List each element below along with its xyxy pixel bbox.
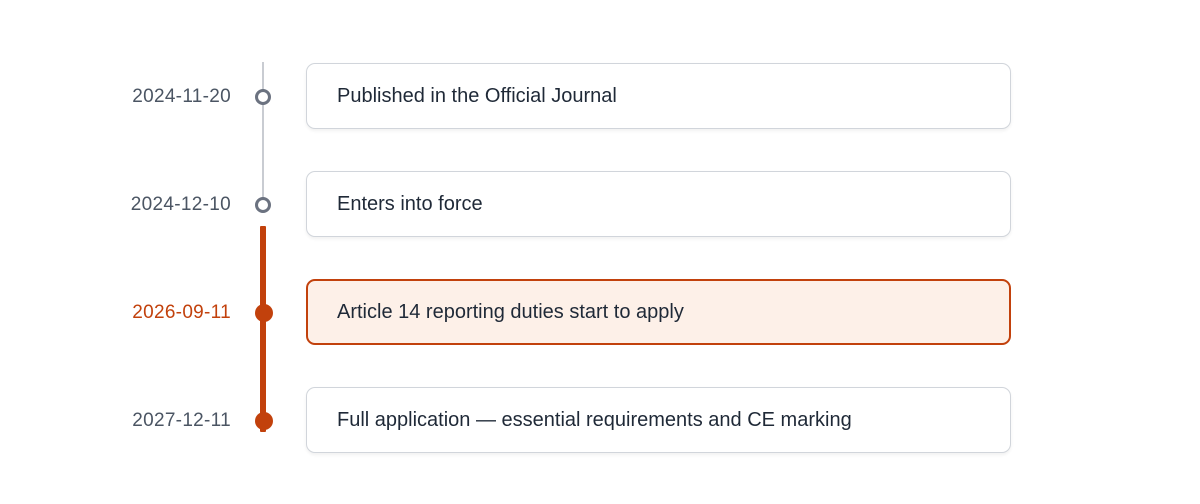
- event-label: Enters into force: [337, 192, 483, 215]
- milestone-marker-filled: [255, 412, 273, 430]
- event-label: Article 14 reporting duties start to app…: [337, 300, 684, 323]
- timeline-event: 2024-12-10 Enters into force: [0, 171, 1200, 239]
- event-label: Published in the Official Journal: [337, 84, 617, 107]
- timeline-event-current: 2026-09-11 Article 14 reporting duties s…: [0, 279, 1200, 347]
- event-label: Full application — essential requirement…: [337, 408, 852, 431]
- milestone-marker-hollow: [255, 197, 271, 213]
- event-date: 2027-12-11: [132, 410, 231, 431]
- event-date: 2024-12-10: [130, 194, 231, 215]
- event-date: 2026-09-11: [132, 302, 231, 323]
- milestone-marker-hollow: [255, 89, 271, 105]
- milestone-marker-filled: [255, 304, 273, 322]
- timeline-event: 2027-12-11 Full application — essential …: [0, 387, 1200, 455]
- event-card[interactable]: Published in the Official Journal: [306, 63, 1011, 129]
- event-card[interactable]: Enters into force: [306, 171, 1011, 237]
- event-date: 2024-11-20: [132, 86, 231, 107]
- event-card-highlighted[interactable]: Article 14 reporting duties start to app…: [306, 279, 1011, 345]
- timeline: 2024-11-20 Published in the Official Jou…: [0, 0, 1200, 504]
- timeline-event: 2024-11-20 Published in the Official Jou…: [0, 63, 1200, 131]
- event-card[interactable]: Full application — essential requirement…: [306, 387, 1011, 453]
